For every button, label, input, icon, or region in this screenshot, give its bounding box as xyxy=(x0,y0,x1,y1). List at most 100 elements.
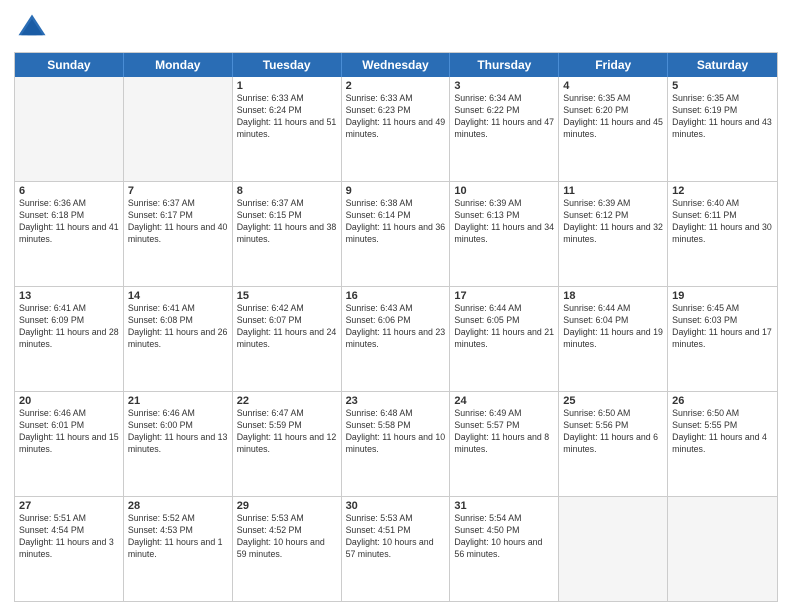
calendar-cell: 29Sunrise: 5:53 AM Sunset: 4:52 PM Dayli… xyxy=(233,497,342,601)
calendar-cell: 2Sunrise: 6:33 AM Sunset: 6:23 PM Daylig… xyxy=(342,77,451,181)
day-number: 7 xyxy=(128,185,228,197)
day-info: Sunrise: 6:35 AM Sunset: 6:19 PM Dayligh… xyxy=(672,93,773,141)
calendar-cell: 23Sunrise: 6:48 AM Sunset: 5:58 PM Dayli… xyxy=(342,392,451,496)
day-info: Sunrise: 6:46 AM Sunset: 6:00 PM Dayligh… xyxy=(128,408,228,456)
day-number: 14 xyxy=(128,290,228,302)
day-number: 28 xyxy=(128,500,228,512)
calendar-cell: 16Sunrise: 6:43 AM Sunset: 6:06 PM Dayli… xyxy=(342,287,451,391)
calendar-cell: 24Sunrise: 6:49 AM Sunset: 5:57 PM Dayli… xyxy=(450,392,559,496)
calendar-cell: 30Sunrise: 5:53 AM Sunset: 4:51 PM Dayli… xyxy=(342,497,451,601)
day-info: Sunrise: 5:51 AM Sunset: 4:54 PM Dayligh… xyxy=(19,513,119,561)
day-info: Sunrise: 6:34 AM Sunset: 6:22 PM Dayligh… xyxy=(454,93,554,141)
day-info: Sunrise: 6:45 AM Sunset: 6:03 PM Dayligh… xyxy=(672,303,773,351)
calendar-cell: 5Sunrise: 6:35 AM Sunset: 6:19 PM Daylig… xyxy=(668,77,777,181)
header-day-tuesday: Tuesday xyxy=(233,53,342,77)
page: SundayMondayTuesdayWednesdayThursdayFrid… xyxy=(0,0,792,612)
day-number: 2 xyxy=(346,80,446,92)
day-info: Sunrise: 5:53 AM Sunset: 4:51 PM Dayligh… xyxy=(346,513,446,561)
calendar-row-3: 20Sunrise: 6:46 AM Sunset: 6:01 PM Dayli… xyxy=(15,391,777,496)
day-number: 31 xyxy=(454,500,554,512)
calendar-cell xyxy=(124,77,233,181)
calendar-cell: 31Sunrise: 5:54 AM Sunset: 4:50 PM Dayli… xyxy=(450,497,559,601)
day-info: Sunrise: 6:41 AM Sunset: 6:09 PM Dayligh… xyxy=(19,303,119,351)
logo xyxy=(14,10,54,46)
day-info: Sunrise: 5:54 AM Sunset: 4:50 PM Dayligh… xyxy=(454,513,554,561)
day-number: 20 xyxy=(19,395,119,407)
day-number: 4 xyxy=(563,80,663,92)
calendar-cell: 3Sunrise: 6:34 AM Sunset: 6:22 PM Daylig… xyxy=(450,77,559,181)
calendar-cell: 9Sunrise: 6:38 AM Sunset: 6:14 PM Daylig… xyxy=(342,182,451,286)
header-day-sunday: Sunday xyxy=(15,53,124,77)
calendar-cell: 27Sunrise: 5:51 AM Sunset: 4:54 PM Dayli… xyxy=(15,497,124,601)
day-info: Sunrise: 6:43 AM Sunset: 6:06 PM Dayligh… xyxy=(346,303,446,351)
day-info: Sunrise: 6:48 AM Sunset: 5:58 PM Dayligh… xyxy=(346,408,446,456)
day-info: Sunrise: 6:50 AM Sunset: 5:55 PM Dayligh… xyxy=(672,408,773,456)
header xyxy=(14,10,778,46)
calendar-cell: 11Sunrise: 6:39 AM Sunset: 6:12 PM Dayli… xyxy=(559,182,668,286)
day-number: 8 xyxy=(237,185,337,197)
day-info: Sunrise: 6:49 AM Sunset: 5:57 PM Dayligh… xyxy=(454,408,554,456)
day-number: 23 xyxy=(346,395,446,407)
calendar-cell: 22Sunrise: 6:47 AM Sunset: 5:59 PM Dayli… xyxy=(233,392,342,496)
day-info: Sunrise: 5:53 AM Sunset: 4:52 PM Dayligh… xyxy=(237,513,337,561)
day-number: 25 xyxy=(563,395,663,407)
day-number: 27 xyxy=(19,500,119,512)
day-number: 13 xyxy=(19,290,119,302)
day-info: Sunrise: 5:52 AM Sunset: 4:53 PM Dayligh… xyxy=(128,513,228,561)
day-info: Sunrise: 6:39 AM Sunset: 6:13 PM Dayligh… xyxy=(454,198,554,246)
calendar-row-1: 6Sunrise: 6:36 AM Sunset: 6:18 PM Daylig… xyxy=(15,181,777,286)
calendar-cell: 8Sunrise: 6:37 AM Sunset: 6:15 PM Daylig… xyxy=(233,182,342,286)
calendar-cell: 15Sunrise: 6:42 AM Sunset: 6:07 PM Dayli… xyxy=(233,287,342,391)
day-number: 12 xyxy=(672,185,773,197)
day-info: Sunrise: 6:35 AM Sunset: 6:20 PM Dayligh… xyxy=(563,93,663,141)
header-day-saturday: Saturday xyxy=(668,53,777,77)
day-number: 3 xyxy=(454,80,554,92)
day-info: Sunrise: 6:44 AM Sunset: 6:04 PM Dayligh… xyxy=(563,303,663,351)
calendar-cell xyxy=(668,497,777,601)
calendar-cell: 26Sunrise: 6:50 AM Sunset: 5:55 PM Dayli… xyxy=(668,392,777,496)
day-number: 16 xyxy=(346,290,446,302)
day-number: 30 xyxy=(346,500,446,512)
calendar-cell: 6Sunrise: 6:36 AM Sunset: 6:18 PM Daylig… xyxy=(15,182,124,286)
header-day-monday: Monday xyxy=(124,53,233,77)
header-day-thursday: Thursday xyxy=(450,53,559,77)
calendar-body: 1Sunrise: 6:33 AM Sunset: 6:24 PM Daylig… xyxy=(15,77,777,601)
day-info: Sunrise: 6:41 AM Sunset: 6:08 PM Dayligh… xyxy=(128,303,228,351)
header-day-wednesday: Wednesday xyxy=(342,53,451,77)
day-info: Sunrise: 6:44 AM Sunset: 6:05 PM Dayligh… xyxy=(454,303,554,351)
calendar-cell: 4Sunrise: 6:35 AM Sunset: 6:20 PM Daylig… xyxy=(559,77,668,181)
calendar-cell: 17Sunrise: 6:44 AM Sunset: 6:05 PM Dayli… xyxy=(450,287,559,391)
day-info: Sunrise: 6:40 AM Sunset: 6:11 PM Dayligh… xyxy=(672,198,773,246)
calendar-cell: 13Sunrise: 6:41 AM Sunset: 6:09 PM Dayli… xyxy=(15,287,124,391)
day-number: 11 xyxy=(563,185,663,197)
day-number: 1 xyxy=(237,80,337,92)
calendar-cell: 20Sunrise: 6:46 AM Sunset: 6:01 PM Dayli… xyxy=(15,392,124,496)
day-info: Sunrise: 6:46 AM Sunset: 6:01 PM Dayligh… xyxy=(19,408,119,456)
calendar-cell: 28Sunrise: 5:52 AM Sunset: 4:53 PM Dayli… xyxy=(124,497,233,601)
day-info: Sunrise: 6:42 AM Sunset: 6:07 PM Dayligh… xyxy=(237,303,337,351)
calendar-cell: 19Sunrise: 6:45 AM Sunset: 6:03 PM Dayli… xyxy=(668,287,777,391)
header-day-friday: Friday xyxy=(559,53,668,77)
day-number: 21 xyxy=(128,395,228,407)
day-number: 5 xyxy=(672,80,773,92)
calendar-row-2: 13Sunrise: 6:41 AM Sunset: 6:09 PM Dayli… xyxy=(15,286,777,391)
day-info: Sunrise: 6:37 AM Sunset: 6:15 PM Dayligh… xyxy=(237,198,337,246)
calendar-cell: 1Sunrise: 6:33 AM Sunset: 6:24 PM Daylig… xyxy=(233,77,342,181)
day-number: 22 xyxy=(237,395,337,407)
day-number: 18 xyxy=(563,290,663,302)
calendar-cell: 12Sunrise: 6:40 AM Sunset: 6:11 PM Dayli… xyxy=(668,182,777,286)
day-number: 24 xyxy=(454,395,554,407)
calendar: SundayMondayTuesdayWednesdayThursdayFrid… xyxy=(14,52,778,602)
day-info: Sunrise: 6:36 AM Sunset: 6:18 PM Dayligh… xyxy=(19,198,119,246)
calendar-cell: 14Sunrise: 6:41 AM Sunset: 6:08 PM Dayli… xyxy=(124,287,233,391)
calendar-cell xyxy=(15,77,124,181)
day-number: 26 xyxy=(672,395,773,407)
day-number: 10 xyxy=(454,185,554,197)
day-info: Sunrise: 6:33 AM Sunset: 6:23 PM Dayligh… xyxy=(346,93,446,141)
day-number: 17 xyxy=(454,290,554,302)
calendar-row-4: 27Sunrise: 5:51 AM Sunset: 4:54 PM Dayli… xyxy=(15,496,777,601)
day-info: Sunrise: 6:33 AM Sunset: 6:24 PM Dayligh… xyxy=(237,93,337,141)
day-info: Sunrise: 6:50 AM Sunset: 5:56 PM Dayligh… xyxy=(563,408,663,456)
calendar-cell: 7Sunrise: 6:37 AM Sunset: 6:17 PM Daylig… xyxy=(124,182,233,286)
day-number: 19 xyxy=(672,290,773,302)
